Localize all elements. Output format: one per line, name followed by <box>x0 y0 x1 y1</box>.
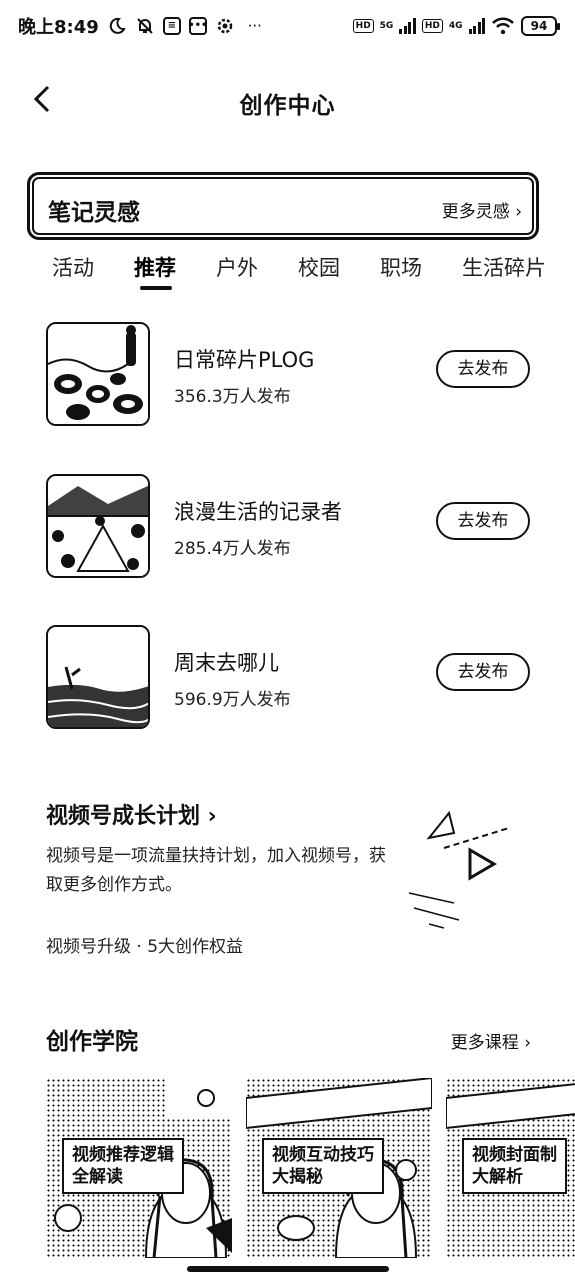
publish-button[interactable]: 去发布 <box>436 350 530 388</box>
academy-title: 创作学院 <box>46 1029 138 1055</box>
topic-publish-count: 596.9万人发布 <box>174 690 291 710</box>
category-tabs: 活动 推荐 户外 校园 职场 生活碎片 <box>0 252 575 296</box>
course-title-line: 视频封面制 <box>472 1145 557 1165</box>
course-label: 视频推荐逻辑 全解读 <box>62 1138 184 1194</box>
app-notification-icon: ≡ <box>162 17 181 35</box>
topic-item[interactable]: 浪漫生活的记录者 285.4万人发布 去发布 <box>0 474 575 584</box>
more-inspiration-link[interactable]: 更多灵感 › <box>442 197 522 222</box>
topic-name: 周末去哪儿 <box>174 651 279 675</box>
signal-strength-icon <box>468 18 485 34</box>
topic-publish-count: 285.4万人发布 <box>174 539 291 559</box>
topic-item[interactable]: 日常碎片PLOG 356.3万人发布 去发布 <box>0 322 575 432</box>
course-title-line: 大解析 <box>472 1167 523 1187</box>
course-card[interactable]: 视频封面制 大解析 <box>446 1078 575 1258</box>
video-plan-title[interactable]: 视频号成长计划 › <box>46 798 217 830</box>
topic-thumbnail <box>46 625 150 729</box>
tab-recommended[interactable]: 推荐 <box>134 252 176 282</box>
battery-indicator: 94 <box>521 16 560 36</box>
video-plan-benefit: 视频号升级 · 5大创作权益 <box>46 937 244 957</box>
more-courses-link[interactable]: 更多课程 › <box>451 1028 531 1053</box>
home-indicator[interactable] <box>187 1266 389 1272</box>
status-left: 晚上8:49 ≡ ••• ··· <box>18 13 267 39</box>
course-card[interactable]: 视频互动技巧 大揭秘 <box>246 1078 432 1258</box>
signal-strength-icon <box>399 18 416 34</box>
wifi-icon <box>491 16 515 36</box>
page-title: 创作中心 <box>239 93 336 119</box>
message-icon: ••• <box>188 17 207 35</box>
tab-campus[interactable]: 校园 <box>298 252 340 282</box>
hd-badge: HD <box>352 19 374 33</box>
course-title-line: 视频推荐逻辑 <box>72 1145 174 1165</box>
topic-item[interactable]: 周末去哪儿 596.9万人发布 去发布 <box>0 625 575 735</box>
tab-workplace[interactable]: 职场 <box>380 252 422 282</box>
status-time: 晚上8:49 <box>18 17 99 38</box>
tab-activity[interactable]: 活动 <box>52 252 94 282</box>
moon-icon <box>107 16 127 36</box>
course-label: 视频封面制 大解析 <box>462 1138 567 1194</box>
course-title-line: 视频互动技巧 <box>272 1145 374 1165</box>
course-title-line: 大揭秘 <box>272 1167 323 1187</box>
more-notifications-icon: ··· <box>247 17 262 35</box>
gear-icon <box>215 16 235 36</box>
tab-outdoor[interactable]: 户外 <box>216 252 258 282</box>
inspiration-bar[interactable]: 笔记灵感 更多灵感 › <box>27 172 539 240</box>
tab-life-fragments[interactable]: 生活碎片 <box>462 252 546 282</box>
topic-thumbnail <box>46 322 150 426</box>
network-type: 4G <box>448 20 463 31</box>
status-bar: 晚上8:49 ≡ ••• ··· HD 5G HD 4G 94 <box>0 0 575 52</box>
publish-button[interactable]: 去发布 <box>436 502 530 540</box>
hd-badge: HD <box>421 19 443 33</box>
course-card[interactable]: 视频推荐逻辑 全解读 <box>46 1078 232 1258</box>
active-tab-indicator <box>140 286 172 290</box>
topic-name: 浪漫生活的记录者 <box>174 500 342 524</box>
status-right: HD 5G HD 4G 94 <box>352 16 560 36</box>
video-plan-description: 视频号是一项流量扶持计划，加入视频号，获取更多创作方式。 <box>46 846 386 895</box>
topic-name: 日常碎片PLOG <box>174 348 315 372</box>
topic-publish-count: 356.3万人发布 <box>174 387 291 407</box>
video-growth-plan: 视频号成长计划 › 视频号是一项流量扶持计划，加入视频号，获取更多创作方式。 视… <box>0 798 575 968</box>
inspiration-title: 笔记灵感 <box>48 200 140 226</box>
publish-button[interactable]: 去发布 <box>436 653 530 691</box>
course-title-line: 全解读 <box>72 1167 123 1187</box>
video-plan-illustration <box>404 798 524 938</box>
topic-thumbnail <box>46 474 150 578</box>
bell-muted-icon <box>135 16 155 36</box>
course-label: 视频互动技巧 大揭秘 <box>262 1138 384 1194</box>
network-type: 5G <box>379 20 394 31</box>
course-carousel[interactable]: 视频推荐逻辑 全解读 视频互动技巧 大揭秘 视频封面制 大解析 <box>46 1078 575 1258</box>
header: 创作中心 <box>0 70 575 130</box>
